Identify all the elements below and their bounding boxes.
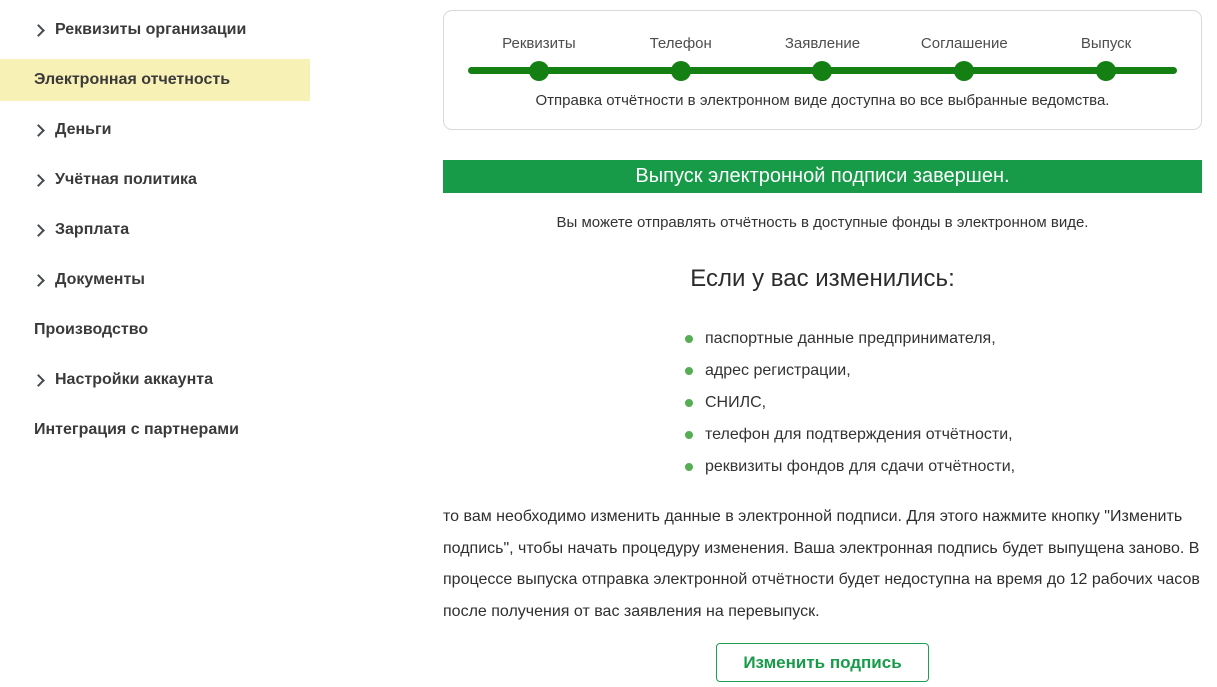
step-label: Выпуск — [1080, 35, 1132, 52]
stepper: Реквизиты Телефон Заявление Соглашение Выпус… — [444, 35, 1201, 81]
changes-list-item: реквизиты фондов для сдачи отчётности, — [683, 459, 1202, 475]
changes-list-item: паспортные данные предпринимателя, — [683, 331, 1202, 347]
settings-page: Реквизиты организации Электронная отчетно… — [0, 0, 1217, 687]
reissue-paragraph: то вам необходимо изменить данные в элек… — [443, 508, 1200, 620]
signature-progress-card: Реквизиты Телефон Заявление Соглашение Выпус… — [443, 10, 1202, 130]
step-completed-dot — [670, 61, 691, 81]
sidebar: Реквизиты организации Электронная отчетно… — [0, 0, 310, 459]
step-completed-dot — [954, 61, 975, 81]
chevron-right-icon — [34, 125, 47, 135]
step-completed-dot — [1096, 61, 1117, 81]
step-completed-dot — [812, 61, 833, 81]
sidebar-item-2[interactable]: Деньги — [0, 109, 310, 151]
sidebar-item-label: Электронная отчетность — [34, 71, 231, 88]
sidebar-item-3[interactable]: Учётная политика — [0, 159, 310, 201]
sidebar-item-0[interactable]: Реквизиты организации — [0, 9, 310, 51]
step-4: Выпуск — [1035, 35, 1177, 81]
changes-list: паспортные данные предпринимателя, адрес … — [683, 331, 1202, 475]
step-3: Соглашение — [893, 35, 1035, 81]
step-label: Соглашение — [920, 35, 1008, 52]
button-row: Изменить подпись — [443, 643, 1202, 682]
sidebar-item-8[interactable]: Интеграция с партнерами — [0, 409, 310, 451]
sidebar-item-6[interactable]: Производство — [0, 309, 310, 351]
step-label: Телефон — [649, 35, 712, 52]
step-completed-dot — [528, 61, 549, 81]
chevron-right-icon — [34, 375, 47, 385]
step-1: Телефон — [610, 35, 752, 81]
sidebar-item-4[interactable]: Зарплата — [0, 209, 310, 251]
sidebar-item-label: Зарплата — [55, 221, 130, 238]
changes-heading: Если у вас изменились: — [690, 265, 955, 292]
chevron-right-icon — [34, 225, 47, 235]
sidebar-item-label: Реквизиты организации — [55, 21, 247, 38]
main-content: Реквизиты Телефон Заявление Соглашение Выпус… — [443, 0, 1202, 682]
sidebar-item-label: Настройки аккаунта — [55, 371, 213, 388]
step-label: Реквизиты — [502, 35, 576, 52]
stepper-caption: Отправка отчётности в электронном виде д… — [535, 92, 1110, 109]
chevron-right-icon — [34, 175, 47, 185]
sidebar-item-label: Деньги — [55, 121, 112, 138]
step-label: Заявление — [784, 35, 861, 52]
change-signature-button[interactable]: Изменить подпись — [716, 643, 929, 682]
sidebar-item-5[interactable]: Документы — [0, 259, 310, 301]
sidebar-item-label: Производство — [34, 321, 149, 338]
sidebar-item-label: Учётная политика — [55, 171, 197, 188]
changes-list-item: телефон для подтверждения отчётности, — [683, 427, 1202, 443]
chevron-right-icon — [34, 275, 47, 285]
sidebar-item-7[interactable]: Настройки аккаунта — [0, 359, 310, 401]
step-2: Заявление — [752, 35, 894, 81]
chevron-right-icon — [34, 25, 47, 35]
step-0: Реквизиты — [468, 35, 610, 81]
sidebar-item-label: Интеграция с партнерами — [34, 421, 239, 438]
banner-subtitle: Вы можете отправлять отчётность в доступ… — [556, 214, 1089, 231]
success-banner: Выпуск электронной подписи завершен. — [443, 160, 1202, 193]
sidebar-item-label: Документы — [55, 271, 145, 288]
changes-list-item: СНИЛС, — [683, 395, 1202, 411]
changes-list-item: адрес регистрации, — [683, 363, 1202, 379]
sidebar-item-1[interactable]: Электронная отчетность — [0, 59, 310, 101]
